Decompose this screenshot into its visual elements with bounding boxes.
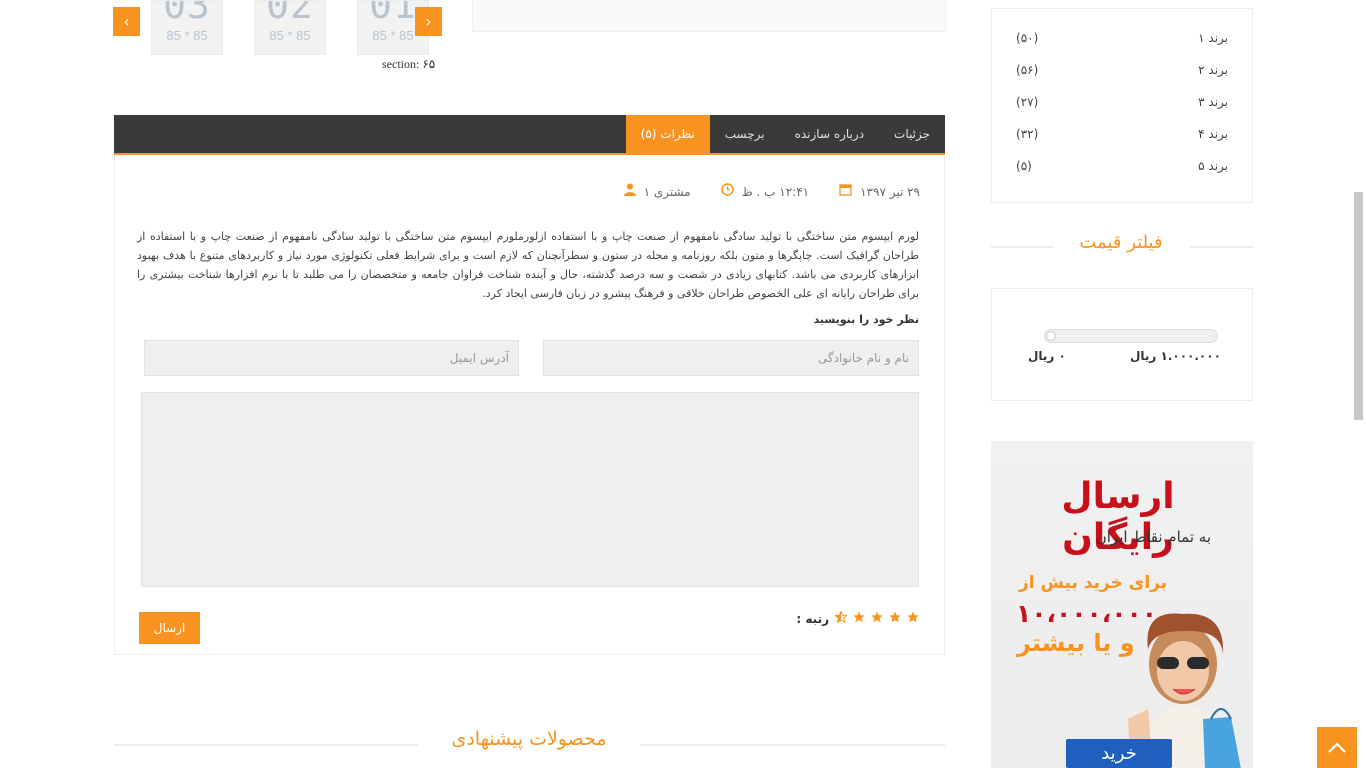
price-filter-title: فیلتر قیمت bbox=[1079, 232, 1163, 253]
price-slider-handle[interactable] bbox=[1046, 331, 1056, 341]
divider bbox=[991, 246, 1053, 248]
tab-about-maker[interactable]: درباره سازنده bbox=[780, 115, 879, 153]
clock-icon bbox=[720, 183, 734, 200]
chevron-up-icon bbox=[1328, 741, 1346, 753]
email-field[interactable]: آدرس ایمیل bbox=[144, 340, 519, 376]
banner-subtitle: به تمام نقاط ایران bbox=[1095, 528, 1211, 546]
review-text: لورم ایپسوم متن ساختگی با تولید سادگی نا… bbox=[137, 230, 919, 300]
star-half-icon[interactable] bbox=[834, 610, 848, 626]
price-slider[interactable] bbox=[1044, 329, 1218, 343]
brand-count: (۵۰) bbox=[1016, 31, 1039, 45]
brand-name: برند ۴ bbox=[1198, 127, 1228, 141]
chevron-left-icon: ‹ bbox=[123, 12, 130, 31]
brand-count: (۲۷) bbox=[1016, 95, 1039, 109]
thumb-size: 85 * 85 bbox=[269, 28, 311, 43]
thumb-size: 85 * 85 bbox=[166, 28, 208, 43]
review-date: ۲۹ تیر ۱۳۹۷ bbox=[860, 184, 920, 199]
calendar-icon bbox=[839, 183, 852, 200]
brand-name: برند ۳ bbox=[1198, 95, 1228, 109]
product-tabs: جزئیات درباره سازنده برچسب نظرات (۵) bbox=[114, 115, 945, 155]
brand-item[interactable]: برند ۵ (۵) bbox=[1016, 159, 1228, 179]
brand-item[interactable]: برند ۴ (۳۲) bbox=[1016, 127, 1228, 147]
price-min-label: ۰ ریال bbox=[1028, 349, 1066, 363]
thumb-number: 02 bbox=[266, 0, 314, 27]
star-icon[interactable] bbox=[907, 611, 919, 626]
star-icon[interactable] bbox=[853, 611, 865, 626]
divider bbox=[640, 744, 945, 746]
brand-item[interactable]: برند ۲ (۵۶) bbox=[1016, 63, 1228, 83]
chevron-right-icon: › bbox=[425, 12, 432, 31]
free-shipping-banner[interactable]: ارسال رایگان به تمام نقاط ایران برای خری… bbox=[991, 441, 1253, 768]
brand-name: برند ۵ bbox=[1198, 159, 1228, 173]
brand-item[interactable]: برند ۳ (۲۷) bbox=[1016, 95, 1228, 115]
price-filter-box: ۱.۰۰۰.۰۰۰ ریال ۰ ریال bbox=[991, 288, 1253, 401]
write-review-title: نظر خود را بنویسید bbox=[813, 313, 919, 326]
divider bbox=[114, 744, 418, 746]
review-meta: مشتری ۱ ۱۲:۴۱ ب . ظ ۲۹ تیر ۱۳۹۷ bbox=[623, 183, 920, 200]
review-author: مشتری ۱ bbox=[643, 184, 691, 199]
rating-label: رتبه : bbox=[796, 611, 829, 626]
star-icon[interactable] bbox=[871, 611, 883, 626]
gallery-prev-button[interactable]: ‹ bbox=[113, 7, 140, 36]
brand-count: (۵) bbox=[1016, 159, 1032, 173]
brands-list: برند ۱ (۵۰) برند ۲ (۵۶) برند ۳ (۲۷) برند ۴ (… bbox=[991, 8, 1253, 203]
thumb-number: 03 bbox=[163, 0, 211, 27]
banner-buy-button[interactable]: خرید bbox=[1066, 739, 1172, 768]
gallery-thumb[interactable]: 03 85 * 85 bbox=[151, 0, 223, 55]
gallery-next-button[interactable]: › bbox=[415, 7, 442, 36]
product-info-box bbox=[472, 0, 946, 32]
brand-item[interactable]: برند ۱ (۵۰) bbox=[1016, 31, 1228, 51]
tab-details[interactable]: جزئیات bbox=[879, 115, 945, 153]
user-icon bbox=[623, 183, 636, 200]
submit-review-button[interactable]: ارسال bbox=[139, 612, 200, 644]
gallery-thumb[interactable]: 02 85 * 85 bbox=[254, 0, 326, 55]
brand-name: برند ۲ bbox=[1198, 63, 1228, 77]
section-label: section: ۶۵ bbox=[382, 57, 436, 71]
back-to-top-button[interactable] bbox=[1317, 727, 1357, 768]
star-icon[interactable] bbox=[889, 611, 901, 626]
suggested-products-title: محصولات پیشنهادی bbox=[451, 728, 607, 750]
price-max-label: ۱.۰۰۰.۰۰۰ ریال bbox=[1130, 349, 1221, 363]
name-field[interactable]: نام و نام خانوادگی bbox=[543, 340, 919, 376]
brand-count: (۵۶) bbox=[1016, 63, 1039, 77]
brand-count: (۳۲) bbox=[1016, 127, 1039, 141]
banner-line1: برای خرید بیش از bbox=[1019, 573, 1168, 593]
rating-widget: رتبه : bbox=[796, 610, 919, 626]
divider bbox=[1190, 246, 1253, 248]
brand-name: برند ۱ bbox=[1198, 31, 1228, 45]
comment-textarea[interactable] bbox=[141, 392, 919, 587]
page-scrollbar[interactable] bbox=[1354, 192, 1363, 420]
tab-tags[interactable]: برچسب bbox=[710, 115, 780, 153]
reviews-panel: مشتری ۱ ۱۲:۴۱ ب . ظ ۲۹ تیر ۱۳۹۷ لورم ایپ… bbox=[114, 155, 945, 655]
review-time: ۱۲:۴۱ ب . ظ bbox=[741, 184, 810, 199]
tab-reviews[interactable]: نظرات (۵) bbox=[625, 115, 710, 153]
